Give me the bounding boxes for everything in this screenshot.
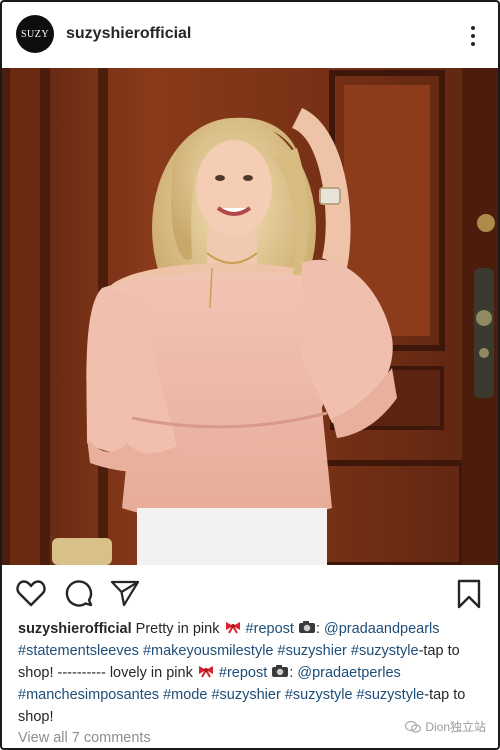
caption-username[interactable]: suzyshierofficial	[18, 621, 132, 637]
hashtag[interactable]: #suzystyle	[285, 687, 353, 703]
hashtag[interactable]: #suzyshier	[278, 643, 347, 659]
heart-icon[interactable]	[16, 579, 46, 607]
caption-text: :	[289, 665, 294, 681]
send-icon[interactable]	[110, 579, 140, 607]
hashtag[interactable]: #makeyousmilestyle	[143, 643, 274, 659]
ribbon-icon	[225, 622, 240, 634]
more-vertical-icon[interactable]	[470, 26, 476, 46]
wechat-icon	[405, 720, 422, 733]
watermark-text: Dion独立站	[425, 720, 486, 734]
hashtag[interactable]: #suzyshier	[211, 687, 280, 703]
camera-icon	[272, 665, 289, 677]
avatar[interactable]: SUZY	[16, 15, 54, 53]
bookmark-icon[interactable]	[456, 579, 482, 609]
hashtag[interactable]: #suzystyle	[357, 687, 425, 703]
camera-icon	[298, 621, 315, 633]
post-caption: suzyshierofficial Pretty in pink #repost…	[18, 618, 488, 728]
comment-icon[interactable]	[64, 579, 94, 607]
hashtag[interactable]: #repost	[246, 621, 294, 637]
hashtag[interactable]: #repost	[219, 665, 267, 681]
post-photo[interactable]	[2, 68, 498, 565]
hashtag[interactable]: #statementsleeves	[18, 643, 139, 659]
hashtag[interactable]: #manchesimposantes	[18, 687, 159, 703]
caption-text: Pretty in pink	[135, 621, 220, 637]
post-header: SUZY suzyshierofficial	[0, 0, 500, 68]
hashtag[interactable]: #suzystyle	[351, 643, 419, 659]
post-username[interactable]: suzyshierofficial	[66, 25, 191, 43]
hashtag[interactable]: #mode	[163, 687, 207, 703]
ribbon-icon	[198, 666, 213, 678]
avatar-text: SUZY	[20, 28, 50, 40]
caption-text: :	[315, 621, 320, 637]
mention[interactable]: @pradaetperles	[297, 665, 400, 681]
post-actions	[0, 565, 500, 619]
mention[interactable]: @pradaandpearls	[324, 621, 440, 637]
watermark: Dion独立站	[405, 718, 486, 735]
view-comments-link[interactable]: View all 7 comments	[18, 730, 151, 746]
